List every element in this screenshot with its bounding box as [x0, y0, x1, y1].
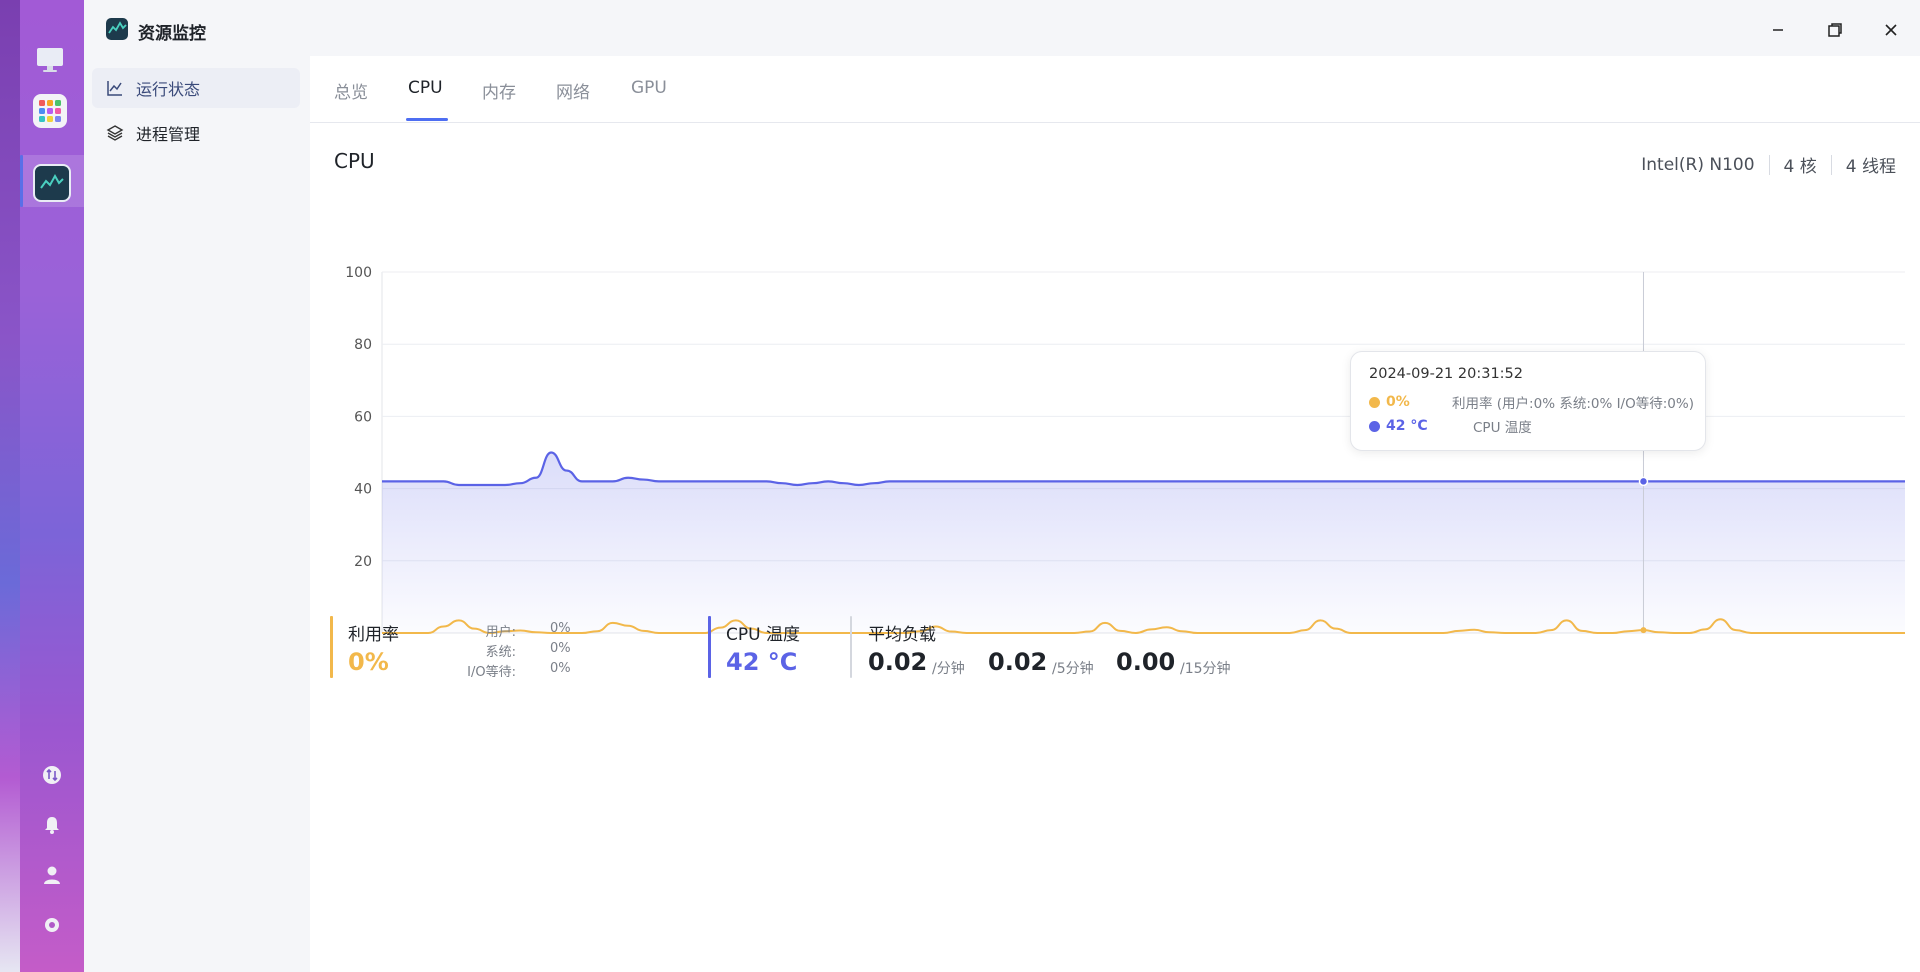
tab-bar: 总览 CPU 内存 网络 GPU	[310, 56, 1920, 123]
y-tick-label: 80	[354, 337, 372, 353]
minimize-icon	[1773, 29, 1783, 31]
tooltip-time: 2024-09-21 20:31:52	[1369, 366, 1523, 382]
active-tab-indicator	[406, 118, 448, 121]
load-stat-bar	[850, 616, 852, 678]
sidebar-item-running-status[interactable]: 运行状态	[92, 68, 300, 108]
y-tick-label: 20	[354, 554, 372, 570]
title-bar: 资源监控	[84, 0, 1920, 56]
chart-tooltip: 2024-09-21 20:31:52 0% 利用率 (用户:0% 系统:0% …	[1350, 351, 1706, 451]
maximize-button[interactable]	[1821, 16, 1849, 44]
y-tick-label: 60	[354, 409, 372, 425]
bell-icon	[45, 817, 59, 834]
sidebar: 运行状态 进程管理	[84, 56, 308, 972]
usage-legend-dot	[1369, 396, 1380, 408]
temperature-legend-dot	[1369, 420, 1380, 432]
sidebar-item-label: 进程管理	[136, 125, 201, 144]
usage-stat-label: 利用率	[348, 625, 399, 645]
dock-transfer-button[interactable]	[41, 764, 63, 786]
cpu-model: Intel(R) N100	[1641, 154, 1755, 175]
dock-user-button[interactable]	[41, 864, 63, 886]
usage-iowait-value: 0%	[550, 661, 571, 676]
cpu-cores: 4 核	[1783, 157, 1817, 177]
divider	[1830, 154, 1832, 175]
tab-cpu[interactable]: CPU	[408, 78, 443, 98]
monitor-icon	[37, 48, 63, 72]
usage-stat: 利用率 0% 用户: 0% 系统: 0% I/O等待: 0%	[330, 616, 590, 680]
close-icon	[1885, 24, 1897, 36]
usage-stat-value: 0%	[348, 648, 389, 676]
layers-icon	[106, 124, 124, 142]
cpu-threads: 4 线程	[1845, 157, 1896, 177]
stats-row: 利用率 0% 用户: 0% 系统: 0% I/O等待: 0% CPU 温度 42…	[310, 616, 1920, 686]
dock-app-center[interactable]	[33, 94, 67, 128]
window-title: 资源监控	[138, 24, 206, 44]
y-tick-label: 100	[345, 265, 372, 281]
load-15min-value: 0.00	[1116, 648, 1176, 676]
usage-iowait-label: I/O等待:	[467, 665, 516, 680]
y-tick-label: 40	[354, 482, 372, 498]
close-button[interactable]	[1877, 16, 1905, 44]
user-icon	[44, 866, 60, 884]
load-stat-label: 平均负载	[868, 625, 936, 645]
tab-network[interactable]: 网络	[556, 78, 590, 103]
restore-icon	[1828, 23, 1842, 37]
usage-user-label: 用户:	[485, 625, 516, 640]
tooltip-temp-label: CPU 温度	[1473, 420, 1532, 436]
app-icon	[106, 18, 128, 40]
dock-resource-monitor[interactable]	[33, 164, 71, 202]
hover-temperature-point	[1638, 476, 1649, 487]
resource-monitor-icon	[40, 173, 64, 189]
resource-monitor-window: 资源监控 运行状态 进程管理 总览 CPU 内存 网络 GPU CPU Inte…	[84, 0, 1920, 972]
dock-desktop-app[interactable]	[33, 42, 67, 76]
app-grid-icon	[39, 100, 61, 122]
tooltip-temp-row: 42 °C CPU 温度	[1369, 416, 1532, 436]
usage-system-value: 0%	[550, 641, 571, 656]
section-title: CPU	[334, 149, 375, 173]
tab-gpu[interactable]: GPU	[631, 78, 667, 98]
dock-settings-button[interactable]	[41, 914, 63, 936]
main-content: 总览 CPU 内存 网络 GPU CPU Intel(R) N100 4 核 4…	[310, 56, 1920, 972]
tooltip-usage-label: 利用率 (用户:0% 系统:0% I/O等待:0%)	[1452, 396, 1694, 412]
transfer-icon	[43, 766, 61, 784]
gear-icon	[45, 918, 59, 932]
cpu-info: Intel(R) N100 4 核 4 线程	[1641, 152, 1896, 177]
line-chart-icon	[106, 79, 124, 97]
temperature-stat-bar	[708, 616, 711, 678]
temperature-stat-value: 42 °C	[726, 648, 798, 676]
temperature-area	[382, 452, 1905, 633]
tab-overview[interactable]: 总览	[334, 78, 368, 103]
load-5min-value: 0.02	[988, 648, 1048, 676]
temperature-stat-label: CPU 温度	[726, 625, 800, 645]
dock-active-indicator	[20, 155, 23, 207]
desktop-background	[0, 0, 20, 972]
minimize-button[interactable]	[1764, 16, 1792, 44]
sidebar-item-label: 运行状态	[136, 80, 201, 99]
temperature-series-line	[382, 451, 1905, 487]
sidebar-item-process-management[interactable]: 进程管理	[92, 113, 300, 153]
temperature-stat: CPU 温度 42 °C	[708, 616, 838, 678]
load-1min-unit: /分钟	[932, 661, 965, 677]
usage-stat-bar	[330, 616, 333, 678]
divider	[1768, 154, 1770, 175]
tooltip-usage-row: 0% 利用率 (用户:0% 系统:0% I/O等待:0%)	[1369, 392, 1694, 412]
resource-monitor-icon	[108, 21, 127, 34]
usage-system-label: 系统:	[485, 645, 516, 660]
load-stat: 平均负载 0.02 /分钟 0.02 /5分钟 0.00 /15分钟	[850, 616, 1270, 678]
usage-user-value: 0%	[550, 621, 571, 636]
tooltip-usage-value: 0%	[1386, 394, 1410, 410]
tab-memory[interactable]: 内存	[482, 78, 516, 103]
load-5min-unit: /5分钟	[1052, 661, 1094, 677]
load-15min-unit: /15分钟	[1180, 661, 1231, 677]
app-dock	[20, 0, 85, 972]
dock-notification-button[interactable]	[41, 814, 63, 836]
load-1min-value: 0.02	[868, 648, 928, 676]
tooltip-temp-value: 42 °C	[1386, 418, 1428, 434]
